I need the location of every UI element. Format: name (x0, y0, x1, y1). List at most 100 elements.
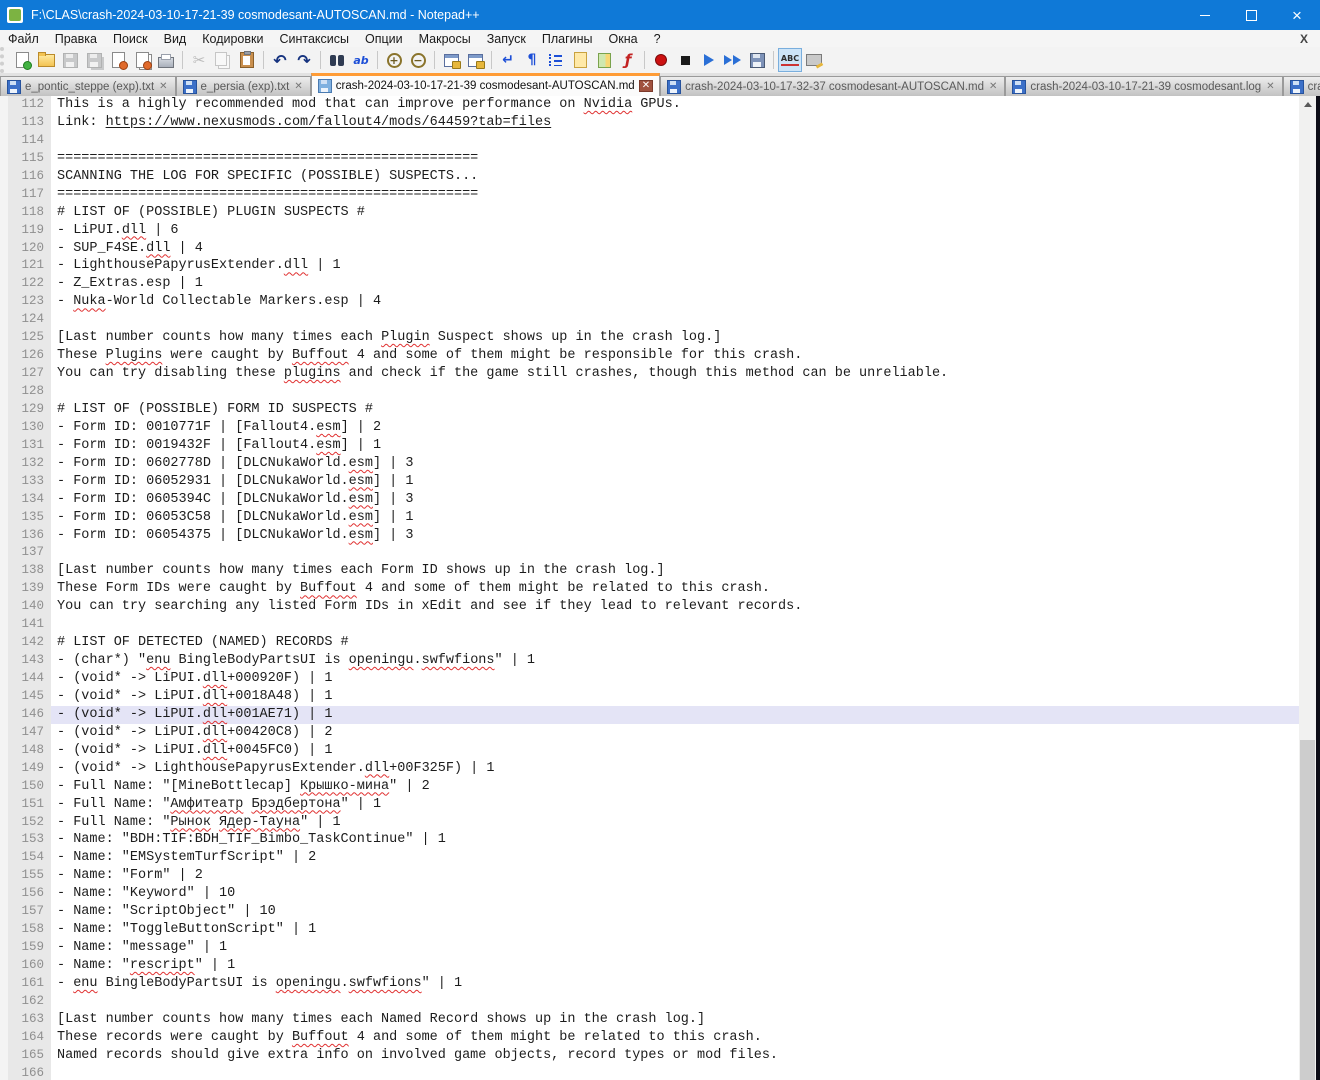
vertical-scrollbar[interactable] (1299, 96, 1316, 1080)
new-file-icon[interactable] (11, 49, 33, 71)
editor-line-118[interactable]: 118# LIST OF (POSSIBLE) PLUGIN SUSPECTS … (0, 204, 1299, 222)
editor-line-152[interactable]: 152- Full Name: "Рынок Ядер-Тауна" | 1 (0, 814, 1299, 832)
bookmark-margin[interactable] (0, 186, 8, 204)
editor-line-141[interactable]: 141 (0, 616, 1299, 634)
editor-line-145[interactable]: 145- (void* -> LiPUI.dll+0018A48) | 1 (0, 688, 1299, 706)
bookmark-margin[interactable] (0, 616, 8, 634)
zoom-out-icon[interactable]: − (407, 49, 429, 71)
macro-run-multiple-icon[interactable] (722, 49, 744, 71)
editor-line-123[interactable]: 123- Nuka-World Collectable Markers.esp … (0, 293, 1299, 311)
bookmark-margin[interactable] (0, 1047, 8, 1065)
bookmark-margin[interactable] (0, 885, 8, 903)
bookmark-margin[interactable] (0, 96, 8, 114)
save-all-icon[interactable] (83, 49, 105, 71)
document-map-icon[interactable] (593, 49, 615, 71)
editor-line-160[interactable]: 160- Name: "rescript" | 1 (0, 957, 1299, 975)
bookmark-margin[interactable] (0, 957, 8, 975)
bookmark-margin[interactable] (0, 706, 8, 724)
find-icon[interactable] (326, 49, 348, 71)
bookmark-margin[interactable] (0, 652, 8, 670)
editor-line-117[interactable]: 117=====================================… (0, 186, 1299, 204)
bookmark-margin[interactable] (0, 168, 8, 186)
editor-line-131[interactable]: 131- Form ID: 0019432F | [Fallout4.esm] … (0, 437, 1299, 455)
function-list-icon[interactable]: ƒ (617, 49, 639, 71)
bookmark-margin[interactable] (0, 544, 8, 562)
editor-line-163[interactable]: 163[Last number counts how many times ea… (0, 1011, 1299, 1029)
bookmark-margin[interactable] (0, 975, 8, 993)
show-all-characters-icon[interactable]: ¶ (521, 49, 543, 71)
editor-line-146[interactable]: 146- (void* -> LiPUI.dll+001AE71) | 1 (0, 706, 1299, 724)
editor-line-126[interactable]: 126These Plugins were caught by Buffout … (0, 347, 1299, 365)
bookmark-margin[interactable] (0, 491, 8, 509)
menu-close-document-button[interactable]: X (1300, 32, 1308, 46)
open-file-icon[interactable] (35, 49, 57, 71)
bookmark-margin[interactable] (0, 455, 8, 473)
editor-line-127[interactable]: 127You can try disabling these plugins a… (0, 365, 1299, 383)
minimize-button[interactable] (1182, 0, 1228, 30)
bookmark-margin[interactable] (0, 509, 8, 527)
bookmark-margin[interactable] (0, 903, 8, 921)
bookmark-margin[interactable] (0, 1029, 8, 1047)
bookmark-margin[interactable] (0, 849, 8, 867)
editor-line-166[interactable]: 166 (0, 1065, 1299, 1080)
editor-line-135[interactable]: 135- Form ID: 06053C58 | [DLCNukaWorld.e… (0, 509, 1299, 527)
menu-item-Опции[interactable]: Опции (357, 31, 411, 47)
tab-e_pontic_steppe (exp).txt[interactable]: e_pontic_steppe (exp).txt✕ (0, 76, 176, 96)
replace-icon[interactable]: ab (350, 49, 372, 71)
tab-close-icon[interactable]: ✕ (639, 80, 653, 92)
editor-line-149[interactable]: 149- (void* -> LighthousePapyrusExtender… (0, 760, 1299, 778)
macro-save-icon[interactable] (746, 49, 768, 71)
bookmark-margin[interactable] (0, 275, 8, 293)
bookmark-margin[interactable] (0, 257, 8, 275)
bookmark-margin[interactable] (0, 347, 8, 365)
maximize-button[interactable] (1228, 0, 1274, 30)
menu-item-Файл[interactable]: Файл (0, 31, 47, 47)
bookmark-margin[interactable] (0, 150, 8, 168)
editor-line-164[interactable]: 164These records were caught by Buffout … (0, 1029, 1299, 1047)
macro-record-icon[interactable] (650, 49, 672, 71)
print-icon[interactable] (155, 49, 177, 71)
editor-line-143[interactable]: 143- (char*) "enu BingleBodyPartsUI is o… (0, 652, 1299, 670)
tab-close-icon[interactable]: ✕ (988, 82, 998, 92)
bookmark-margin[interactable] (0, 1065, 8, 1080)
editor-line-148[interactable]: 148- (void* -> LiPUI.dll+0045FC0) | 1 (0, 742, 1299, 760)
macro-stop-icon[interactable] (674, 49, 696, 71)
bookmark-margin[interactable] (0, 562, 8, 580)
tab-crash-2024-03-10-17-32-37 cosmodesant-AUTOSCAN.md[interactable]: crash-2024-03-10-17-32-37 cosmodesant-AU… (660, 76, 1005, 96)
bookmark-margin[interactable] (0, 867, 8, 885)
editor-line-114[interactable]: 114 (0, 132, 1299, 150)
bookmark-margin[interactable] (0, 365, 8, 383)
tab-close-icon[interactable]: ✕ (1265, 82, 1275, 92)
editor-line-112[interactable]: 112This is a highly recommended mod that… (0, 96, 1299, 114)
editor-line-153[interactable]: 153- Name: "BDH:TIF:BDH_TIF_Bimbo_TaskCo… (0, 831, 1299, 849)
bookmark-margin[interactable] (0, 527, 8, 545)
bookmark-margin[interactable] (0, 831, 8, 849)
editor-line-142[interactable]: 142# LIST OF DETECTED (NAMED) RECORDS # (0, 634, 1299, 652)
close-file-icon[interactable] (107, 49, 129, 71)
sync-horizontal-scroll-icon[interactable] (464, 49, 486, 71)
menu-item-Запуск[interactable]: Запуск (479, 31, 534, 47)
word-wrap-icon[interactable]: ↵ (497, 49, 519, 71)
bookmark-margin[interactable] (0, 132, 8, 150)
menu-item-Окна[interactable]: Окна (601, 31, 646, 47)
editor-line-144[interactable]: 144- (void* -> LiPUI.dll+000920F) | 1 (0, 670, 1299, 688)
bookmark-margin[interactable] (0, 240, 8, 258)
spell-check-icon[interactable]: ABC (779, 49, 801, 71)
zoom-in-icon[interactable]: + (383, 49, 405, 71)
redo-icon[interactable]: ↷ (293, 49, 315, 71)
bookmark-margin[interactable] (0, 634, 8, 652)
editor-line-137[interactable]: 137 (0, 544, 1299, 562)
macro-play-icon[interactable] (698, 49, 720, 71)
menu-item-Вид[interactable]: Вид (156, 31, 195, 47)
editor-line-122[interactable]: 122- Z_Extras.esp | 1 (0, 275, 1299, 293)
spell-check-settings-icon[interactable] (803, 49, 825, 71)
close-all-files-icon[interactable] (131, 49, 153, 71)
bookmark-margin[interactable] (0, 939, 8, 957)
undo-icon[interactable]: ↶ (269, 49, 291, 71)
scrollbar-thumb[interactable] (1300, 740, 1315, 1080)
tab-crash-2024-03-10-17-21-39 cosmodesant-AUTOSCAN.md[interactable]: crash-2024-03-10-17-21-39 cosmodesant-AU… (311, 73, 660, 96)
editor-line-115[interactable]: 115=====================================… (0, 150, 1299, 168)
bookmark-margin[interactable] (0, 778, 8, 796)
bookmark-margin[interactable] (0, 1011, 8, 1029)
bookmark-margin[interactable] (0, 993, 8, 1011)
